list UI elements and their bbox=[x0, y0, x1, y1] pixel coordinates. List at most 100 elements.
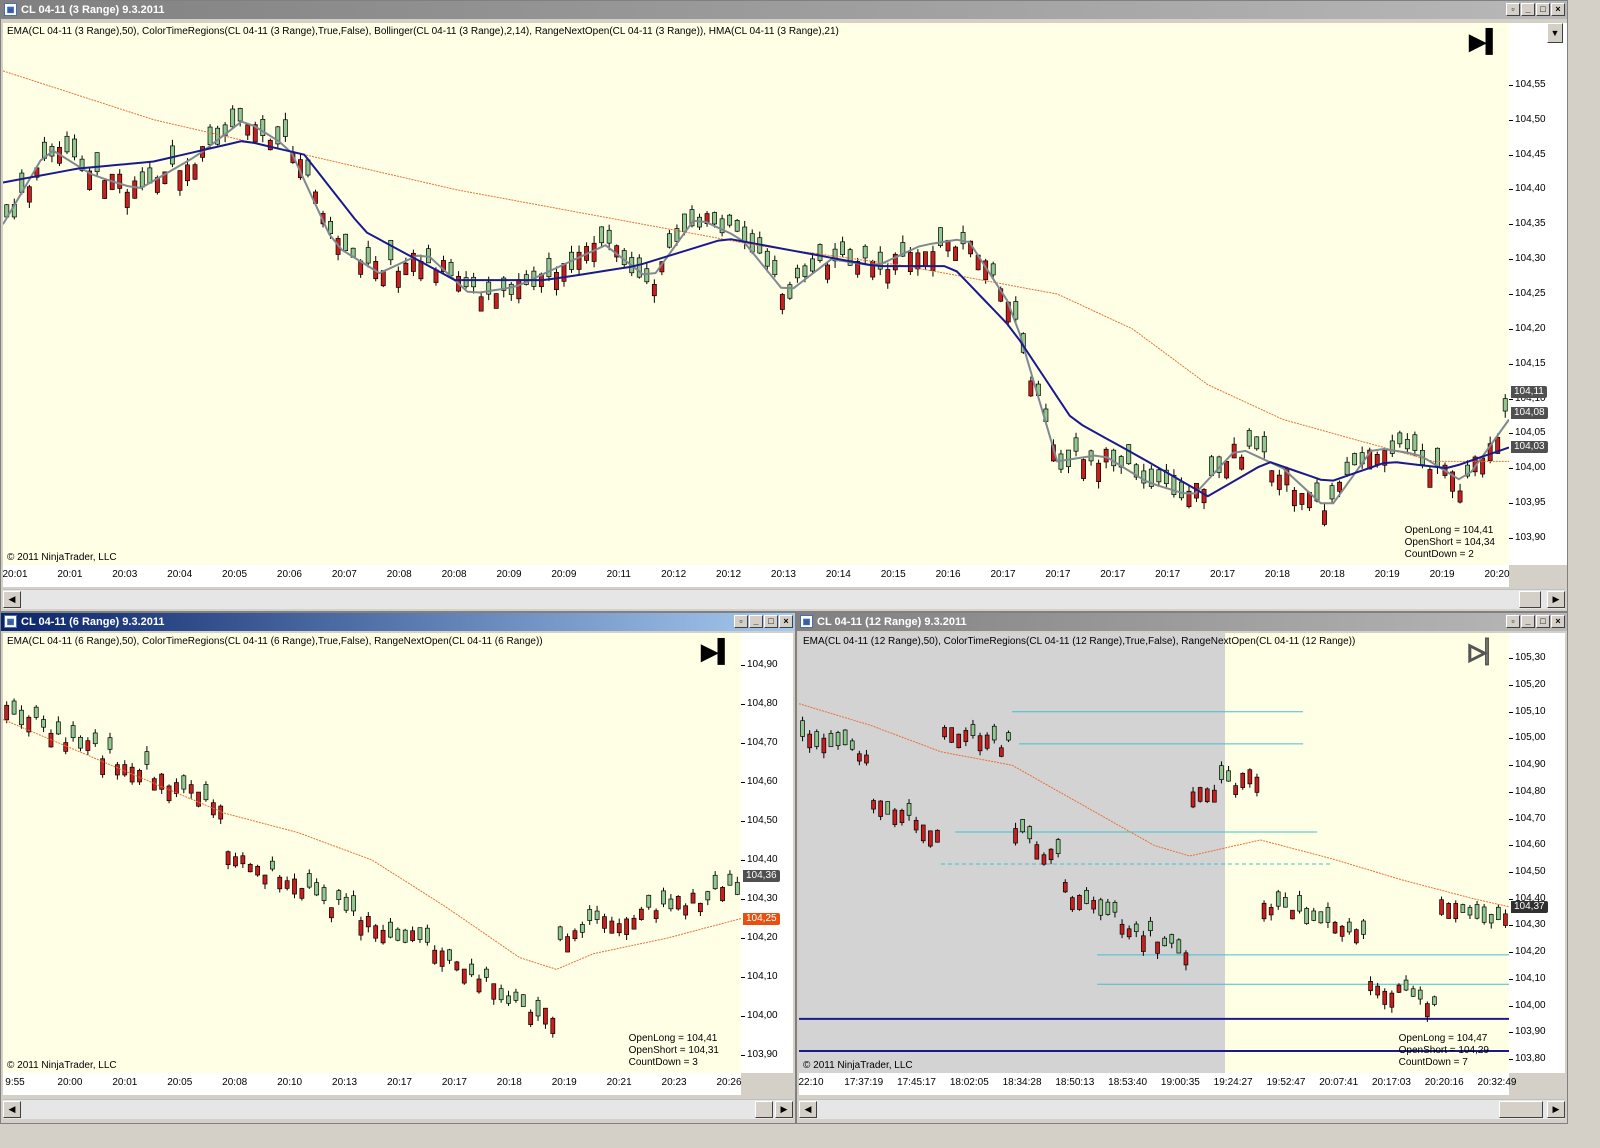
scroll-left-button[interactable]: ◀ bbox=[799, 1101, 817, 1118]
price-axis[interactable]: 105,30 105,20 105,10 105,00 104,90 104,80 104,… bbox=[1509, 633, 1565, 1073]
candle-body bbox=[864, 754, 869, 764]
scroll-right-button[interactable]: ▶ bbox=[1547, 1101, 1565, 1118]
candle-body bbox=[19, 709, 24, 726]
price-axis[interactable]: 104,55 104,50 104,45 104,40 104,35 104,30 104,… bbox=[1509, 23, 1567, 565]
candle-body bbox=[930, 251, 936, 271]
maximize-button[interactable]: □ bbox=[1536, 615, 1550, 628]
go-to-end-icon[interactable]: ▶▍ bbox=[701, 641, 735, 663]
time-tick-label: 20:14 bbox=[825, 569, 851, 580]
close-button[interactable]: × bbox=[1551, 3, 1565, 16]
candle-body bbox=[1209, 456, 1214, 476]
time-tick-label: 20:01 bbox=[2, 569, 28, 580]
price-tick-label: 104,00 bbox=[1509, 462, 1546, 474]
candle-body bbox=[1276, 474, 1282, 490]
title-bar[interactable]: ▦ CL 04-11 (12 Range) 9.3.2011 ▫ _ □ × bbox=[797, 613, 1567, 631]
horizontal-scrollbar[interactable]: ◀ ▶ bbox=[3, 589, 1565, 609]
time-tick-label: 20:17 bbox=[441, 1077, 467, 1088]
maximize-button[interactable]: □ bbox=[1536, 3, 1550, 16]
candle-body bbox=[92, 732, 98, 745]
candle-body bbox=[1155, 941, 1160, 954]
chart-canvas bbox=[799, 633, 1509, 1073]
scroll-thumb[interactable] bbox=[1519, 591, 1541, 608]
price-plot[interactable]: EMA(CL 04-11 (3 Range),50), ColorTimeReg… bbox=[3, 23, 1509, 565]
candle-body bbox=[1169, 934, 1175, 944]
candle-body bbox=[463, 277, 469, 288]
scroll-right-button[interactable]: ▶ bbox=[775, 1101, 793, 1118]
time-tick-label: 20:03 bbox=[112, 569, 138, 580]
candle-body bbox=[181, 775, 187, 790]
candle-body bbox=[734, 882, 740, 895]
horizontal-scrollbar[interactable]: ◀ ▶ bbox=[3, 1099, 793, 1119]
window-title: CL 04-11 (3 Range) 9.3.2011 bbox=[21, 4, 165, 16]
candle-body bbox=[1389, 992, 1395, 1008]
candle-body bbox=[885, 269, 891, 284]
time-axis[interactable]: 22:10 17:37:19 17:45:17 18:02:05 18:34:28 18:… bbox=[798, 1073, 1516, 1095]
scroll-up-button[interactable]: ▼ bbox=[1547, 23, 1563, 43]
price-plot[interactable]: EMA(CL 04-11 (12 Range),50), ColorTimeRe… bbox=[799, 633, 1509, 1073]
candle-body bbox=[26, 186, 32, 203]
maximize-button[interactable]: □ bbox=[764, 615, 778, 628]
restore-small-icon[interactable]: ▫ bbox=[734, 615, 748, 628]
price-plot[interactable]: EMA(CL 04-11 (6 Range),50), ColorTimeReg… bbox=[3, 633, 741, 1073]
candle-body bbox=[576, 251, 582, 270]
go-to-end-icon[interactable]: ▷▏ bbox=[1469, 640, 1504, 663]
price-tick-label: 104,90 bbox=[741, 658, 778, 670]
scroll-thumb[interactable] bbox=[1499, 1101, 1543, 1118]
time-tick-label: 20:01 bbox=[112, 1077, 138, 1088]
candle-body bbox=[1318, 911, 1324, 924]
candle-body bbox=[1361, 920, 1366, 935]
restore-small-icon[interactable]: ▫ bbox=[1506, 3, 1520, 16]
candle-body bbox=[871, 800, 876, 810]
candle-body bbox=[230, 108, 236, 128]
candle-body bbox=[351, 895, 356, 912]
restore-small-icon[interactable]: ▫ bbox=[1506, 615, 1520, 628]
candle-body bbox=[705, 891, 711, 901]
candle-body bbox=[682, 213, 687, 233]
candle-body bbox=[953, 246, 958, 261]
candle-body bbox=[631, 917, 637, 930]
scroll-right-button[interactable]: ▶ bbox=[1547, 591, 1565, 608]
candle-body bbox=[115, 764, 120, 776]
candle-body bbox=[506, 995, 511, 1004]
close-button[interactable]: × bbox=[779, 615, 793, 628]
candle-body bbox=[1239, 456, 1245, 470]
scroll-left-button[interactable]: ◀ bbox=[3, 1101, 21, 1118]
minimize-button[interactable]: _ bbox=[1521, 3, 1535, 16]
close-button[interactable]: × bbox=[1551, 615, 1565, 628]
candle-body bbox=[1261, 436, 1267, 453]
time-tick-label: 20:17:03 bbox=[1371, 1077, 1411, 1088]
scroll-thumb[interactable] bbox=[755, 1101, 773, 1118]
title-bar[interactable]: ▦ CL 04-11 (6 Range) 9.3.2011 ▫ _ □ × bbox=[1, 613, 795, 631]
candle-body bbox=[277, 876, 283, 890]
candle-body bbox=[1179, 481, 1184, 499]
candle-body bbox=[107, 737, 113, 750]
candle-body bbox=[1156, 469, 1162, 483]
candle-body bbox=[892, 809, 898, 825]
scroll-left-button[interactable]: ◀ bbox=[3, 591, 21, 608]
minimize-button[interactable]: _ bbox=[1521, 615, 1535, 628]
price-tick-label: 104,20 bbox=[1509, 322, 1546, 334]
candle-body bbox=[675, 895, 681, 910]
horizontal-scrollbar[interactable]: ◀ ▶ bbox=[799, 1099, 1565, 1119]
candle-body bbox=[862, 245, 868, 259]
go-to-end-icon[interactable]: ▶▍ bbox=[1469, 31, 1503, 53]
candle-body bbox=[528, 1011, 534, 1025]
candles bbox=[4, 698, 740, 1038]
candle-body bbox=[225, 851, 231, 866]
candle-body bbox=[727, 873, 733, 886]
price-tick-label: 104,20 bbox=[1509, 946, 1546, 958]
time-axis[interactable]: 20:01 20:01 20:03 20:04 20:05 20:06 20:07 20:08… bbox=[2, 565, 1510, 587]
title-bar[interactable]: ▦ CL 04-11 (3 Range) 9.3.2011 ▫ _ □ × bbox=[1, 1, 1567, 19]
minimize-button[interactable]: _ bbox=[749, 615, 763, 628]
time-tick-label: 20:13 bbox=[770, 569, 796, 580]
candle-body bbox=[683, 905, 689, 916]
price-tick-label: 103,90 bbox=[1509, 532, 1546, 544]
candle-body bbox=[835, 732, 841, 747]
candle-body bbox=[772, 260, 778, 276]
price-axis[interactable]: 104,90 104,80 104,70 104,60 104,50 104,40 104,… bbox=[741, 633, 793, 1073]
candle-body bbox=[395, 270, 401, 288]
candle-body bbox=[949, 727, 954, 743]
price-tick-label: 104,35 bbox=[1509, 218, 1546, 230]
time-axis[interactable]: 9:55 20:00 20:01 20:05 20:08 20:10 20:13 20:17 2… bbox=[3, 1073, 742, 1095]
candle-body bbox=[609, 920, 615, 934]
